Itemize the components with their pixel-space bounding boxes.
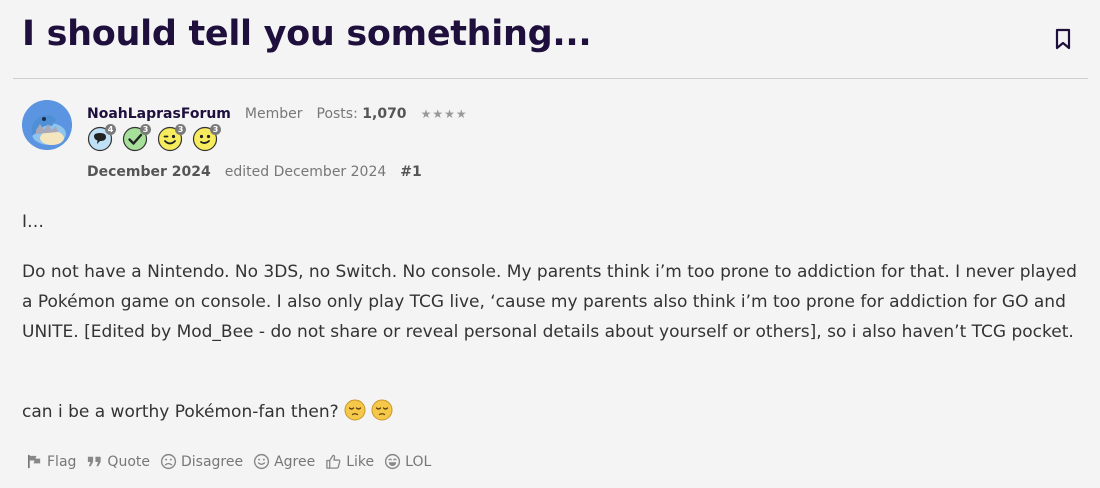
smile-face-icon[interactable]: 3 <box>192 124 221 152</box>
author-meta: NoahLaprasForum Member Posts: 1,070 ★★★★ <box>87 106 468 122</box>
post-body-question: can i be a worthy Pokémon-fan then? <box>22 397 393 427</box>
post-body-line: I… <box>22 212 45 232</box>
badge-count: 3 <box>210 124 221 135</box>
question-text: can i be a worthy Pokémon-fan then? <box>22 402 339 422</box>
author-name[interactable]: NoahLaprasForum <box>87 106 231 122</box>
bookmark-icon[interactable] <box>1051 27 1075 51</box>
pensive-face-icon <box>371 399 393 421</box>
posts-label: Posts: <box>316 106 358 122</box>
pensive-face-icon <box>344 399 366 421</box>
post-body-paragraph: Do not have a Nintendo. No 3DS, no Switc… <box>22 262 1077 342</box>
author-role: Member <box>244 106 303 122</box>
rank-stars: ★★★★ <box>420 107 468 121</box>
badge-count: 4 <box>105 124 116 135</box>
laugh-icon <box>385 453 401 470</box>
wink-face-icon[interactable]: 3 <box>157 124 186 152</box>
disagree-label: Disagree <box>180 453 244 470</box>
posts-count: 1,070 <box>362 106 407 122</box>
frown-icon <box>160 453 177 470</box>
quote-icon <box>88 456 102 467</box>
post-permalink[interactable]: #1 <box>400 164 421 180</box>
badge-count: 3 <box>140 124 151 135</box>
agree-button[interactable]: Agree <box>253 453 315 470</box>
lol-button[interactable]: LOL <box>384 453 431 470</box>
speech-bubble-icon[interactable]: 4 <box>87 124 116 152</box>
post-meta: December 2024 edited December 2024 #1 <box>87 164 422 180</box>
avatar[interactable] <box>22 100 72 150</box>
page-title: I should tell you something... <box>22 14 592 54</box>
badge-list: 4 3 3 3 <box>87 124 221 152</box>
checkmark-icon[interactable]: 3 <box>122 124 151 152</box>
like-button[interactable]: Like <box>325 453 374 470</box>
agree-label: Agree <box>274 453 316 470</box>
smile-icon <box>253 453 270 470</box>
badge-count: 3 <box>175 124 186 135</box>
post-date[interactable]: December 2024 <box>87 164 211 180</box>
title-divider <box>13 78 1088 79</box>
reaction-bar: Flag Quote Disagree Agree Like LOL <box>26 453 441 470</box>
flag-button[interactable]: Flag <box>26 453 76 470</box>
flag-icon <box>27 454 41 469</box>
disagree-button[interactable]: Disagree <box>160 453 243 470</box>
quote-label: Quote <box>107 453 150 470</box>
like-label: Like <box>346 453 375 470</box>
quote-button[interactable]: Quote <box>86 453 150 470</box>
flag-label: Flag <box>47 453 77 470</box>
post-edited: edited December 2024 <box>224 164 387 180</box>
lol-label: LOL <box>405 453 432 470</box>
thumbs-up-icon <box>326 454 341 469</box>
